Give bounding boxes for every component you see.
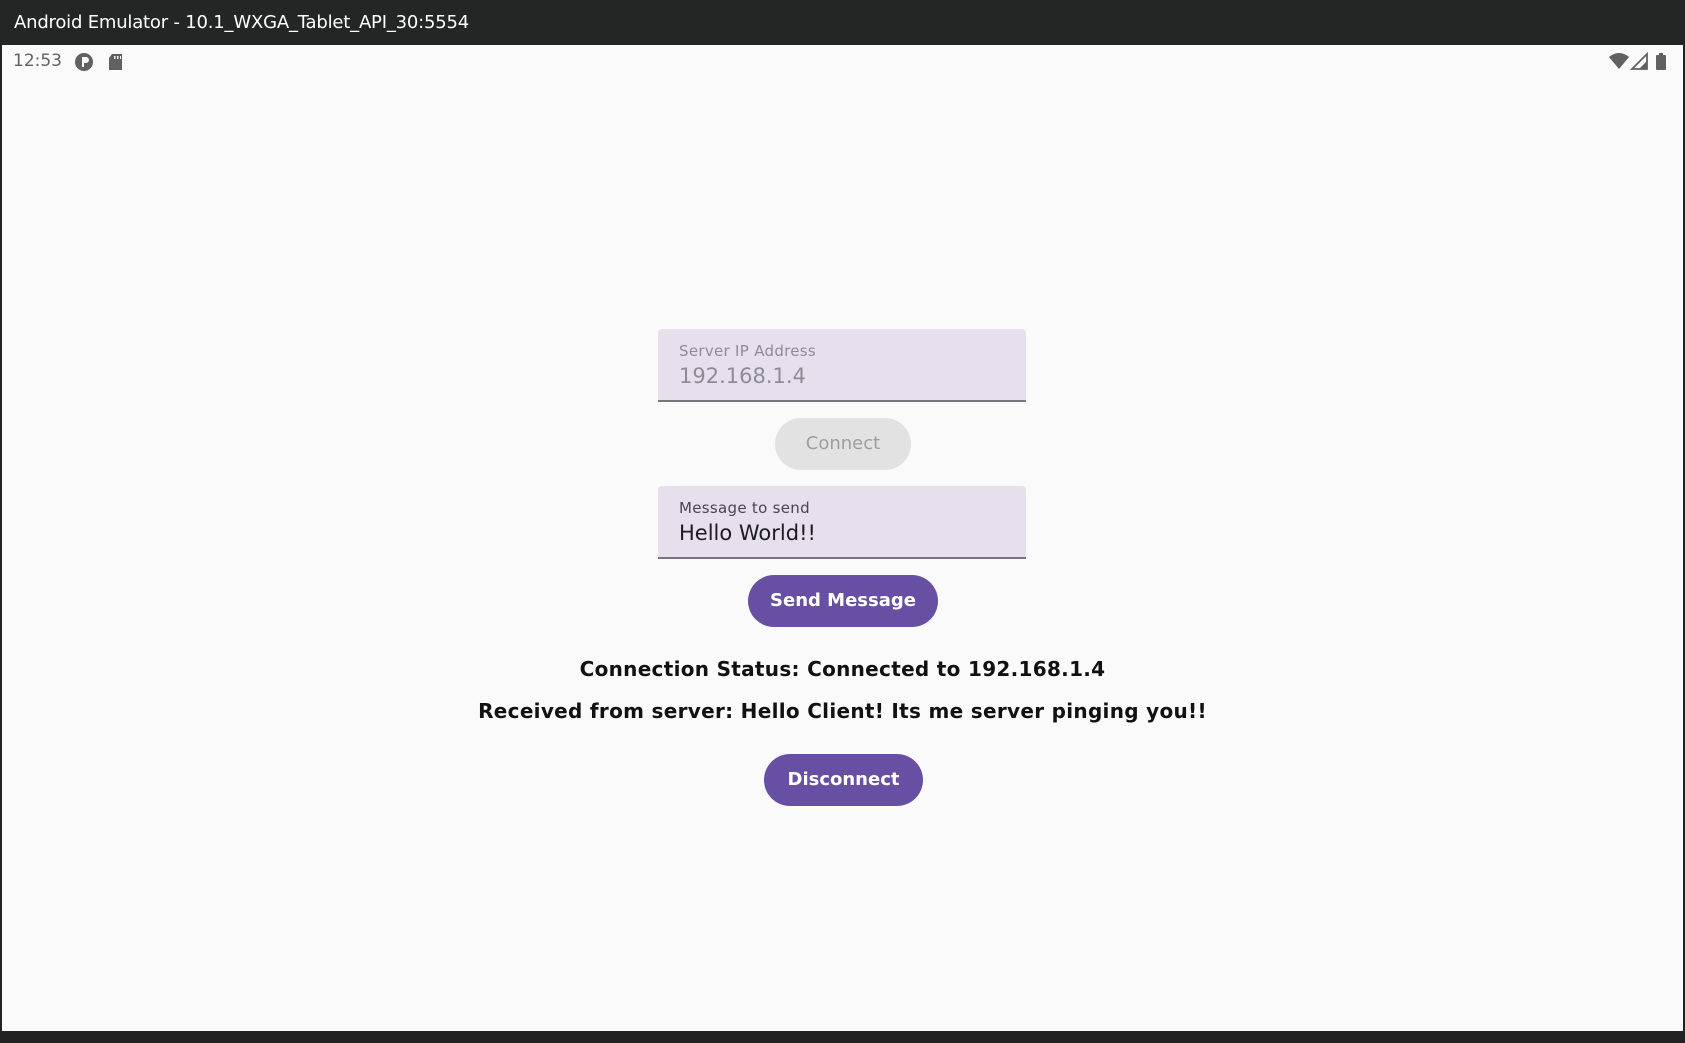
message-field[interactable]: Message to send Hello World!! xyxy=(658,486,1026,559)
send-message-button[interactable]: Send Message xyxy=(748,575,938,627)
message-value: Hello World!! xyxy=(679,521,816,545)
disconnect-button[interactable]: Disconnect xyxy=(764,754,923,806)
window-title: Android Emulator - 10.1_WXGA_Tablet_API_… xyxy=(0,0,1685,45)
app-content: Server IP Address 192.168.1.4 Connect Me… xyxy=(2,45,1683,1031)
server-ip-value: 192.168.1.4 xyxy=(679,364,806,388)
emulator-window: Android Emulator - 10.1_WXGA_Tablet_API_… xyxy=(0,0,1685,1043)
connection-status-text: Connection Status: Connected to 192.168.… xyxy=(579,657,1106,681)
server-ip-label: Server IP Address xyxy=(679,342,817,360)
message-label: Message to send xyxy=(679,499,810,517)
connect-button[interactable]: Connect xyxy=(775,418,911,470)
received-message-text: Received from server: Hello Client! Its … xyxy=(478,699,1207,723)
device-screen: 12:53 Server IP Address 192.168.1.4 Conn… xyxy=(2,45,1683,1031)
server-ip-field[interactable]: Server IP Address 192.168.1.4 xyxy=(658,329,1026,402)
